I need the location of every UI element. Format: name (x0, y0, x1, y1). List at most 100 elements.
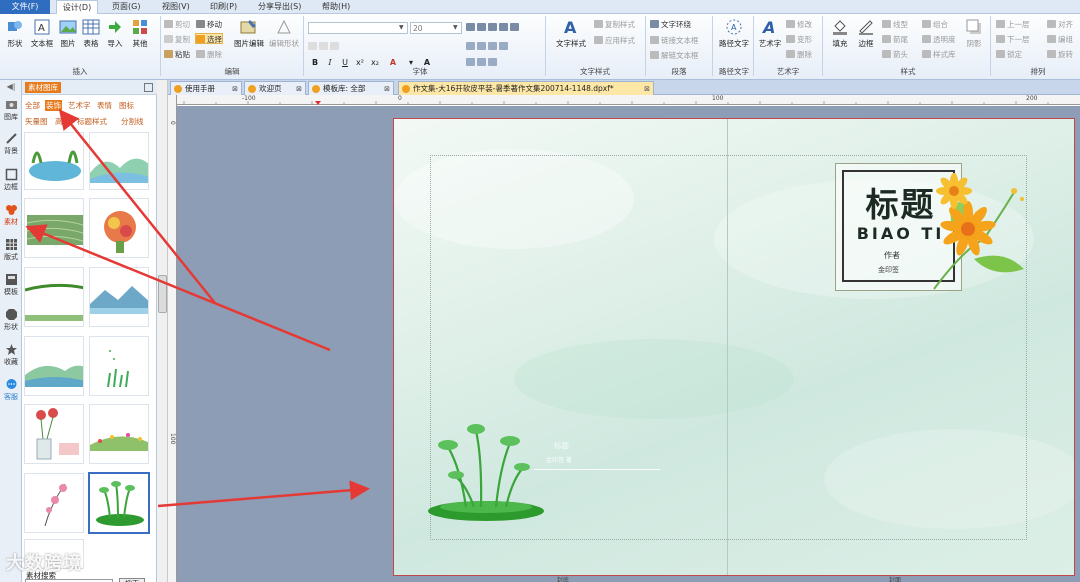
select-button[interactable]: 选择 (195, 33, 223, 44)
shape-button[interactable]: 形状 (4, 18, 26, 49)
subscript-button[interactable]: x₂ (370, 58, 380, 68)
art-text-button[interactable]: A 艺术字 (756, 18, 784, 49)
spacing-buttons[interactable] (466, 57, 499, 68)
menu-file[interactable]: 文件(F) (0, 0, 50, 14)
restore-window-icon[interactable] (144, 83, 153, 92)
font-color-button[interactable]: A (388, 58, 398, 68)
delete-button[interactable]: 删除 (196, 49, 222, 60)
material-thumbnail[interactable] (89, 198, 149, 258)
category-art-text[interactable]: 艺术字 (68, 100, 91, 111)
text-style-button[interactable]: A 文字样式 (553, 18, 589, 49)
close-icon[interactable]: ⊠ (384, 82, 390, 95)
menu-view[interactable]: 视图(V) (162, 0, 190, 14)
left-tool-material[interactable]: 素材 (0, 203, 22, 227)
category-title-style[interactable]: 标题样式 (77, 116, 107, 127)
category-divider[interactable]: 分割线 (121, 116, 144, 127)
align-buttons-row1[interactable] (466, 22, 521, 33)
left-tool-favorite[interactable]: 收藏 (0, 343, 22, 367)
material-thumbnail[interactable] (24, 267, 84, 327)
border-button[interactable]: 边框 (854, 18, 878, 49)
material-thumbnail[interactable] (24, 336, 84, 396)
arrow-end-button[interactable]: 箭头 (882, 49, 908, 60)
back-cover-title[interactable]: 标题 (554, 440, 569, 451)
underline-button[interactable]: U (340, 58, 350, 68)
left-tool-background[interactable]: 背景 (0, 132, 22, 156)
search-button[interactable]: 搜索 (119, 578, 145, 582)
shadow-button[interactable]: 阴影 (963, 18, 985, 49)
bold-button[interactable]: B (310, 58, 320, 68)
category-emoji[interactable]: 表情 (97, 100, 112, 111)
material-thumbnail-selected[interactable] (88, 472, 150, 534)
style-lib-button[interactable]: 样式库 (922, 49, 956, 60)
image-button[interactable]: 图片 (58, 18, 78, 49)
category-decoration[interactable]: 装饰 (45, 100, 62, 111)
category-vector[interactable]: 矢量图 (25, 116, 48, 127)
other-button[interactable]: 其他 (128, 18, 152, 49)
menu-help[interactable]: 帮助(H) (322, 0, 350, 14)
lily-pad-plant-decoration[interactable] (426, 407, 556, 527)
transparency-button[interactable]: 透明度 (922, 34, 956, 45)
line-type-button[interactable]: 线型 (882, 19, 908, 30)
arrow-start-button[interactable]: 箭尾 (882, 34, 908, 45)
cover-author-name[interactable]: 金印签 (878, 265, 899, 275)
menu-design[interactable]: 设计(D) (56, 0, 98, 15)
collapse-panel-icon[interactable]: ◀| (0, 82, 22, 92)
material-thumbnail[interactable] (89, 404, 149, 464)
scrollbar-thumb[interactable] (158, 275, 167, 313)
font-grow-button[interactable] (308, 41, 341, 52)
arrange-group-button[interactable]: 编组 (1047, 34, 1073, 45)
panel-scrollbar[interactable] (157, 80, 168, 582)
group-button[interactable]: 组合 (922, 19, 948, 30)
left-tool-gallery[interactable]: 图库 (0, 98, 22, 122)
link-textbox-button[interactable]: 链接文本框 (650, 35, 699, 46)
left-tool-shape[interactable]: 形状 (0, 308, 22, 332)
menu-share-export[interactable]: 分享导出(S) (258, 0, 301, 14)
category-all[interactable]: 全部 (25, 100, 40, 111)
image-edit-button[interactable]: 图片编辑 (232, 18, 266, 49)
art-modify-button[interactable]: 修改 (786, 19, 812, 30)
lock-button[interactable]: 锁定 (996, 49, 1022, 60)
path-text-button[interactable]: A 路径文字 (716, 18, 752, 49)
table-button[interactable]: 表格 (80, 18, 102, 49)
left-tool-template[interactable]: 模板 (0, 273, 22, 297)
material-thumbnail[interactable] (24, 473, 84, 533)
paste-button[interactable]: 粘贴 (164, 49, 190, 60)
material-thumbnail[interactable] (89, 336, 149, 396)
category-hd[interactable]: 高清 (55, 116, 70, 127)
category-icon[interactable]: 图标 (119, 100, 134, 111)
fill-button[interactable]: 填充 (828, 18, 852, 49)
align-buttons-row2[interactable] (466, 41, 510, 52)
tab-manual[interactable]: 使用手册 ⊠ (170, 81, 242, 95)
material-thumbnail[interactable] (24, 132, 84, 190)
art-transform-button[interactable]: 变形 (786, 34, 812, 45)
copy-button[interactable]: 复制 (164, 34, 190, 45)
shape-edit-button[interactable]: 编辑形状 (266, 18, 302, 49)
material-thumbnail[interactable] (24, 404, 84, 464)
font-size-combo[interactable]: 20 ▼ (410, 22, 462, 34)
left-tool-layout[interactable]: 版式 (0, 238, 22, 262)
material-thumbnail[interactable] (89, 267, 149, 327)
cut-button[interactable]: 剪切 (164, 19, 190, 30)
left-tool-support[interactable]: 客服 (0, 378, 22, 402)
text-wrap-button[interactable]: 文字环绕 (650, 19, 691, 30)
tab-welcome[interactable]: 欢迎页 ⊠ (244, 81, 306, 95)
unlink-textbox-button[interactable]: 解链文本框 (650, 50, 699, 61)
menu-page[interactable]: 页面(G) (112, 0, 140, 14)
cover-author-label[interactable]: 作者 (884, 250, 900, 261)
bring-forward-button[interactable]: 上一层 (996, 19, 1030, 30)
close-icon[interactable]: ⊠ (296, 82, 302, 95)
superscript-button[interactable]: x² (355, 58, 365, 68)
align-button[interactable]: 对齐 (1047, 19, 1073, 30)
textbox-button[interactable]: A 文本框 (28, 18, 56, 49)
apply-style-button[interactable]: 应用样式 (594, 35, 635, 46)
material-thumbnail[interactable] (24, 198, 84, 258)
import-button[interactable]: 导入 (104, 18, 126, 49)
tab-template-library[interactable]: 模板库: 全部 ⊠ (308, 81, 394, 95)
italic-button[interactable]: I (325, 58, 335, 68)
move-button[interactable]: 移动 (196, 19, 222, 30)
tab-current-document[interactable]: 作文集-大16开软皮平装-暑季著作文集200714-1148.dpxf* ⊠ (398, 81, 654, 95)
cover-page-spread[interactable]: 标题 金印签 著 标题 BIAO TI 作者 金印签 (393, 118, 1075, 576)
design-canvas[interactable]: 标题 金印签 著 标题 BIAO TI 作者 金印签 封底 封面 (177, 106, 1080, 582)
art-delete-button[interactable]: 删除 (786, 49, 812, 60)
send-backward-button[interactable]: 下一层 (996, 34, 1030, 45)
